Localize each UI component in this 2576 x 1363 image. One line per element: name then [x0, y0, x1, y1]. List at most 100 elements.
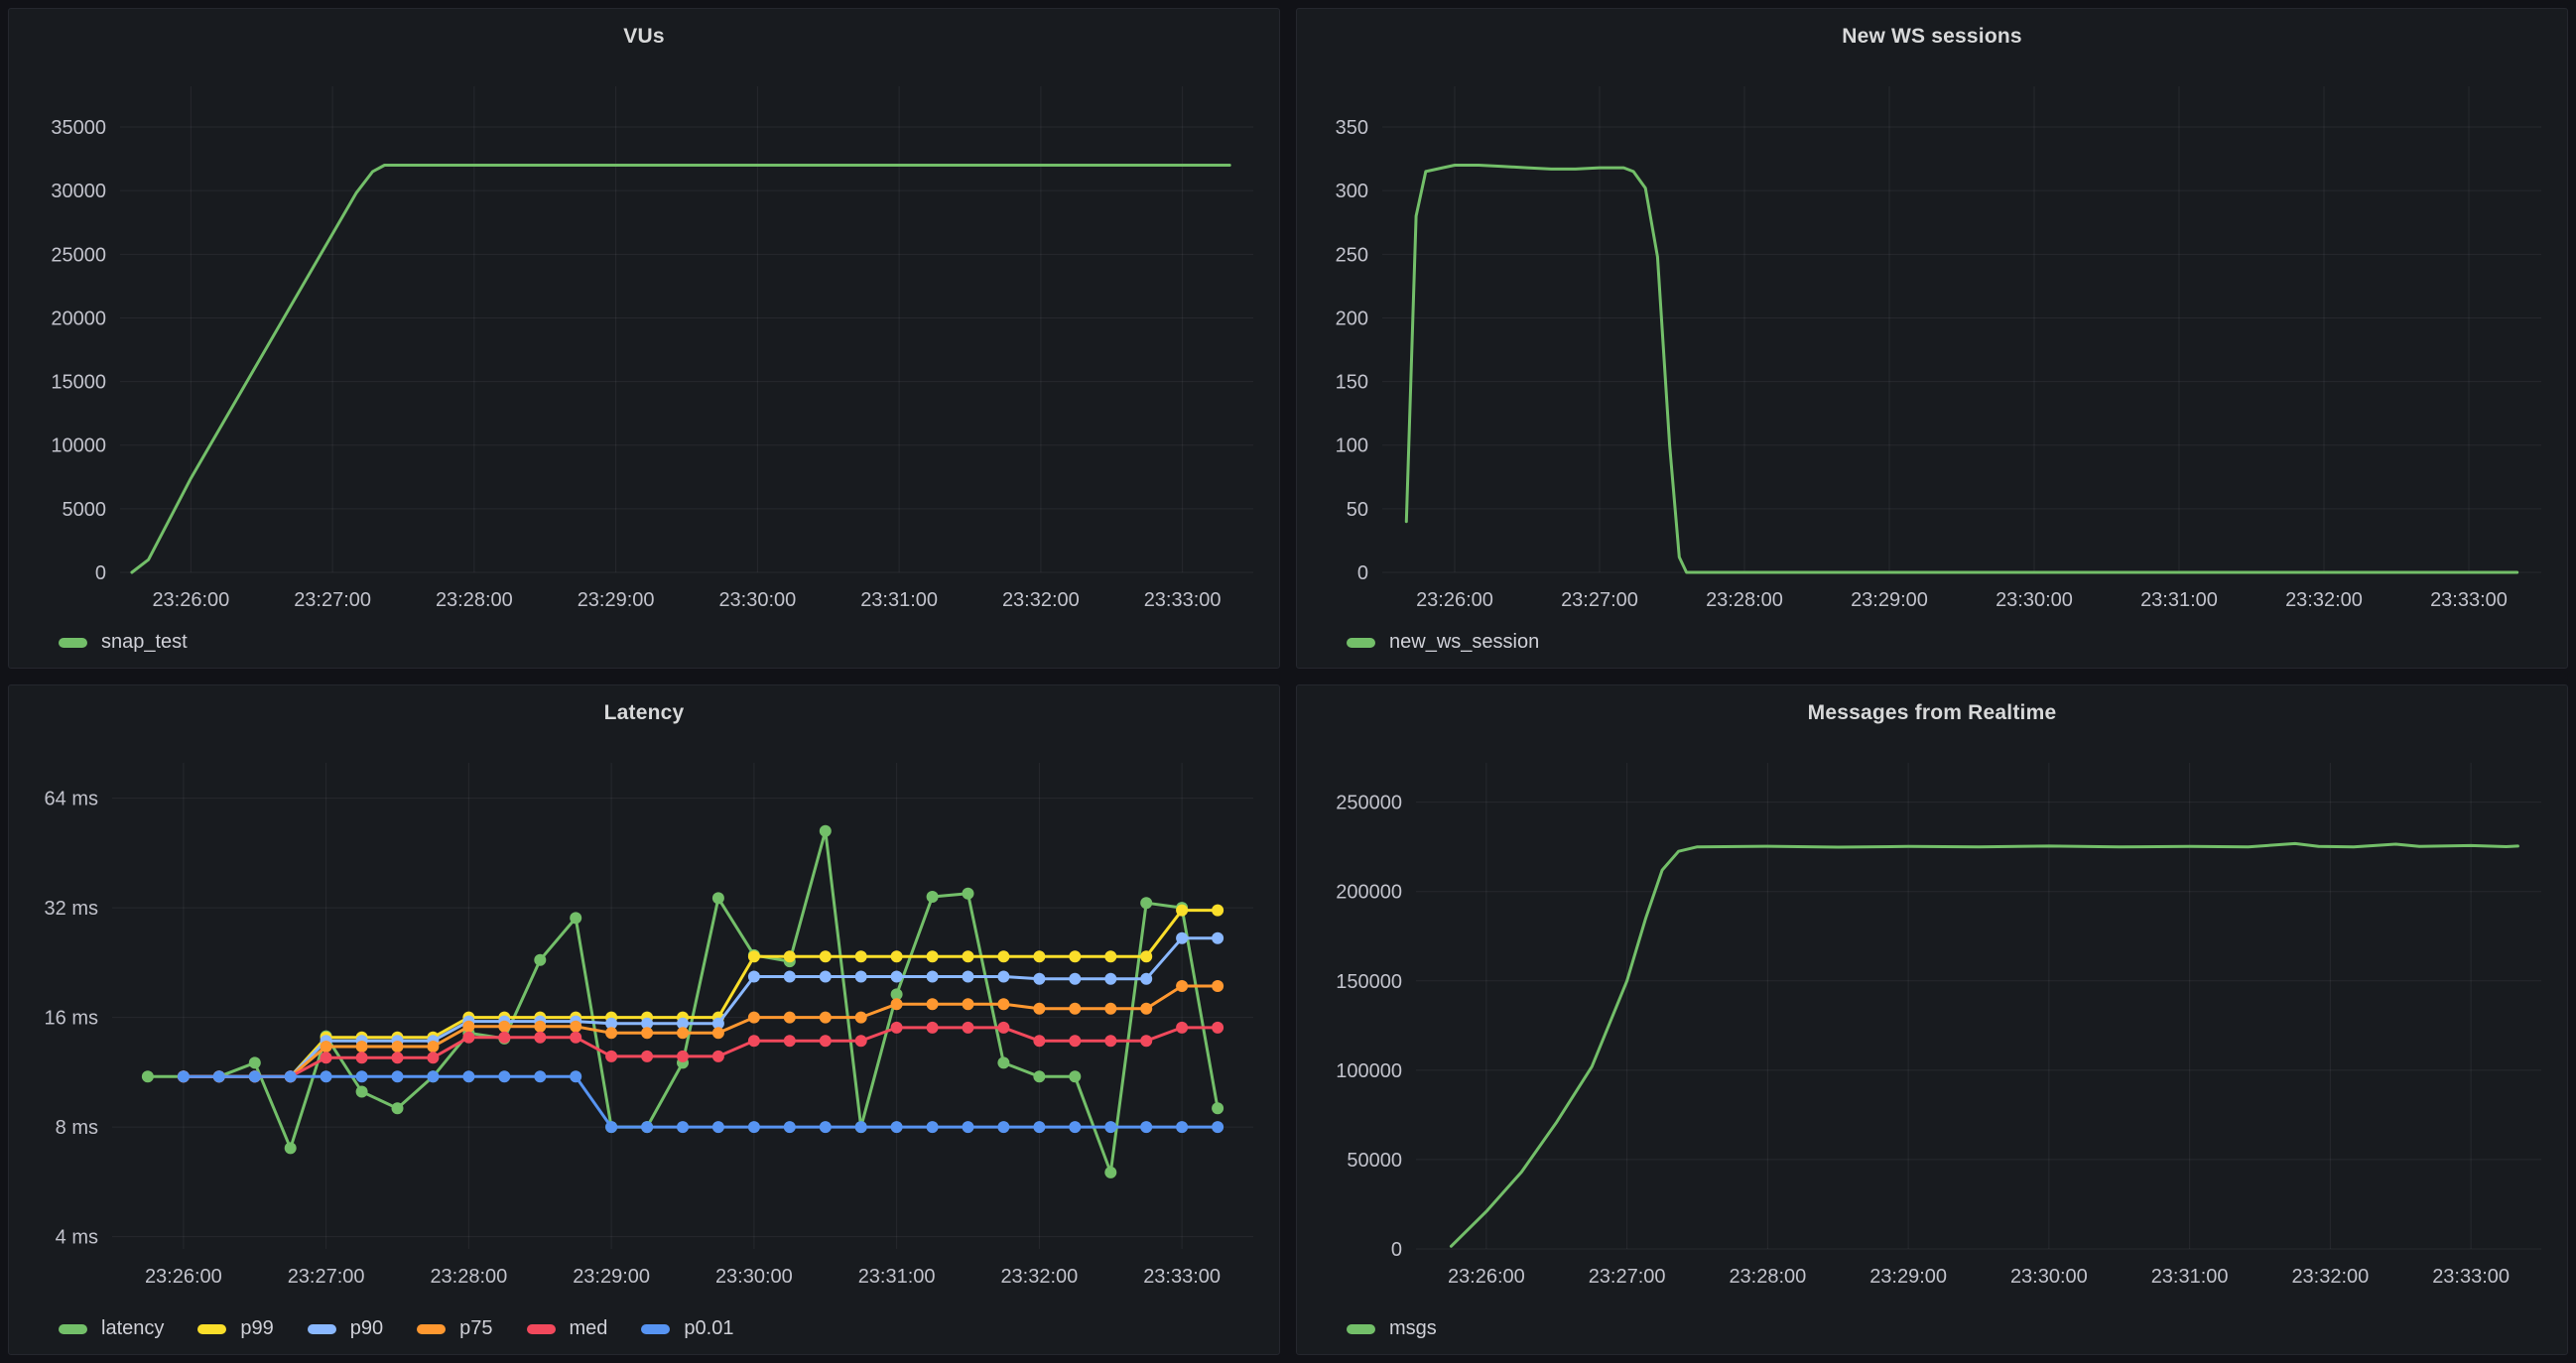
chart-new-ws-sessions[interactable]: 23:26:0023:27:0023:28:0023:29:0023:30:00… — [1297, 9, 2567, 668]
gridlines — [1382, 86, 2541, 572]
series-msgs — [1451, 843, 2517, 1246]
x-tick-label: 23:28:00 — [1706, 589, 1783, 611]
x-tick-label: 23:33:00 — [2432, 1266, 2510, 1288]
chart-latency[interactable]: 23:26:0023:27:0023:28:0023:29:0023:30:00… — [9, 685, 1279, 1354]
x-tick-label: 23:27:00 — [1589, 1266, 1666, 1288]
legend-swatch-icon — [59, 1324, 87, 1334]
y-tick-label: 30000 — [51, 181, 106, 202]
legend-messages-from-realtime: msgs — [1347, 1317, 1437, 1340]
data-point — [997, 971, 1009, 983]
x-tick-label: 23:27:00 — [288, 1266, 365, 1288]
y-tick-label: 25000 — [51, 244, 106, 266]
data-point — [356, 1070, 368, 1082]
data-point — [498, 1032, 510, 1044]
x-tick-label: 23:32:00 — [2285, 589, 2363, 611]
y-tick-label: 0 — [95, 562, 106, 584]
data-point — [748, 950, 760, 962]
legend-swatch-icon — [197, 1324, 226, 1334]
data-point — [1176, 932, 1188, 944]
legend-new-ws-sessions: new_ws_session — [1347, 631, 1539, 654]
data-point — [891, 1022, 903, 1034]
x-tick-label: 23:28:00 — [430, 1266, 507, 1288]
data-point — [820, 1035, 832, 1047]
data-point — [462, 1032, 474, 1044]
data-point — [748, 1121, 760, 1133]
data-point — [392, 1041, 404, 1053]
data-point — [891, 971, 903, 983]
y-tick-label: 10000 — [51, 435, 106, 457]
data-point — [1033, 1035, 1045, 1047]
series-snap_test — [132, 166, 1229, 573]
x-tick-label: 23:33:00 — [1144, 589, 1222, 611]
data-point — [855, 971, 867, 983]
chart-vus[interactable]: 23:26:0023:27:0023:28:0023:29:0023:30:00… — [9, 9, 1279, 668]
y-tick-label: 20000 — [51, 308, 106, 329]
data-point — [1140, 1121, 1152, 1133]
x-tick-label: 23:32:00 — [1002, 589, 1080, 611]
chart-messages-from-realtime[interactable]: 23:26:0023:27:0023:28:0023:29:0023:30:00… — [1297, 685, 2567, 1354]
y-tick-label: 350 — [1336, 117, 1368, 139]
y-tick-label: 250 — [1336, 244, 1368, 266]
data-point — [963, 1022, 974, 1034]
x-tick-label: 23:27:00 — [294, 589, 371, 611]
data-point — [356, 1041, 368, 1053]
panel-vus: VUs 23:26:0023:27:0023:28:0023:29:0023:3… — [8, 8, 1280, 669]
gridlines — [112, 763, 1253, 1249]
x-axis-tick-labels: 23:26:0023:27:0023:28:0023:29:0023:30:00… — [152, 589, 1221, 611]
x-tick-label: 23:33:00 — [2430, 589, 2508, 611]
legend-item-p0.01[interactable]: p0.01 — [641, 1317, 733, 1340]
legend-item-p90[interactable]: p90 — [308, 1317, 383, 1340]
data-point — [462, 1021, 474, 1033]
legend-swatch-icon — [1347, 1324, 1375, 1334]
data-point — [1212, 980, 1224, 992]
x-tick-label: 23:29:00 — [1851, 589, 1928, 611]
data-point — [1104, 1121, 1116, 1133]
y-tick-label: 100 — [1336, 435, 1368, 457]
data-point — [963, 950, 974, 962]
legend-latency: latency p99 p90 p75 med p0.01 — [59, 1317, 733, 1340]
legend-item-msgs[interactable]: msgs — [1347, 1317, 1437, 1340]
data-point — [712, 1121, 724, 1133]
data-point — [677, 1027, 689, 1039]
data-point — [427, 1041, 439, 1053]
data-point — [820, 971, 832, 983]
y-tick-label: 150 — [1336, 372, 1368, 394]
y-tick-label: 150000 — [1336, 971, 1402, 993]
legend-item-new_ws_session[interactable]: new_ws_session — [1347, 631, 1539, 654]
x-tick-label: 23:30:00 — [1996, 589, 2073, 611]
data-point — [1212, 1121, 1224, 1133]
y-tick-label: 200 — [1336, 308, 1368, 329]
data-point — [784, 971, 796, 983]
x-tick-label: 23:26:00 — [1416, 589, 1493, 611]
data-point — [677, 1121, 689, 1133]
data-point — [1069, 950, 1081, 962]
data-point — [927, 950, 939, 962]
legend-label: snap_test — [101, 631, 188, 654]
y-tick-label: 15000 — [51, 372, 106, 394]
data-point — [427, 1052, 439, 1063]
legend-item-med[interactable]: med — [527, 1317, 608, 1340]
data-point — [641, 1051, 653, 1062]
data-point — [1176, 980, 1188, 992]
y-tick-label: 64 ms — [45, 789, 98, 810]
series-p75 — [178, 980, 1224, 1082]
legend-label: p0.01 — [684, 1317, 733, 1340]
data-point — [641, 1027, 653, 1039]
x-axis-tick-labels: 23:26:0023:27:0023:28:0023:29:0023:30:00… — [1416, 589, 2508, 611]
legend-item-p99[interactable]: p99 — [197, 1317, 273, 1340]
x-tick-label: 23:26:00 — [152, 589, 229, 611]
data-point — [748, 971, 760, 983]
data-point — [1212, 932, 1224, 944]
data-point — [178, 1070, 190, 1082]
y-tick-label: 0 — [1391, 1239, 1402, 1261]
y-tick-label: 0 — [1357, 562, 1368, 584]
legend-item-latency[interactable]: latency — [59, 1317, 164, 1340]
data-point — [820, 1012, 832, 1024]
legend-item-p75[interactable]: p75 — [417, 1317, 492, 1340]
y-tick-label: 5000 — [63, 499, 107, 521]
data-point — [356, 1052, 368, 1063]
data-point — [784, 1035, 796, 1047]
legend-swatch-icon — [1347, 638, 1375, 648]
gridlines — [120, 86, 1253, 572]
legend-item-snap_test[interactable]: snap_test — [59, 631, 188, 654]
